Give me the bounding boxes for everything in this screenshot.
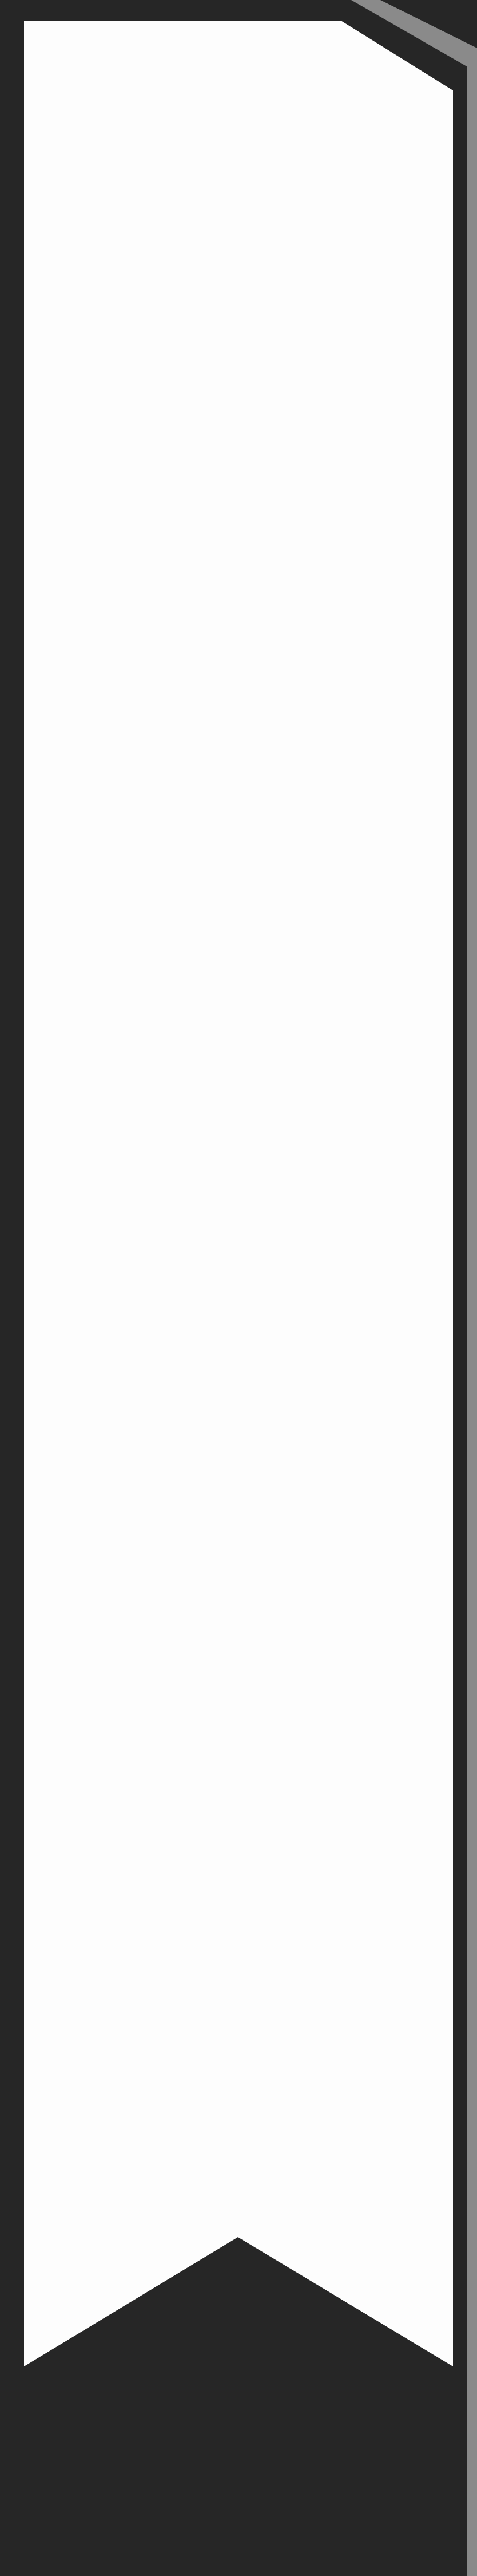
banner-canvas <box>0 0 477 2576</box>
banner-graphic <box>0 0 477 2576</box>
ribbon-banner <box>24 21 453 2366</box>
